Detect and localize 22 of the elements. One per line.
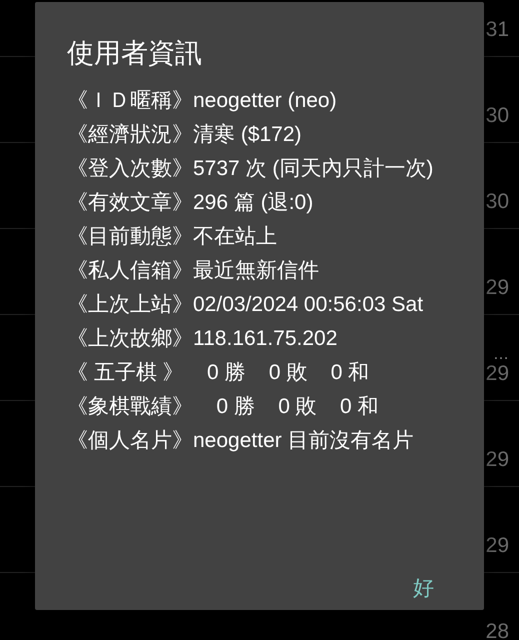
info-line: 《目前動態》不在站上	[67, 224, 278, 250]
info-line: 《私人信箱》最近無新信件	[67, 258, 320, 284]
row-time: 31	[486, 18, 509, 42]
row-time: 29	[486, 534, 509, 558]
info-line: 《個人名片》neogetter 目前沒有名片	[67, 428, 415, 454]
ellipsis: …	[493, 348, 509, 362]
row-time: 29	[486, 448, 509, 472]
ok-button[interactable]: 好	[409, 568, 438, 608]
row-time: 29	[486, 362, 509, 386]
info-line: 《象棋戰績》 0 勝 0 敗 0 和	[67, 394, 380, 420]
row-time: 30	[486, 190, 509, 214]
info-line: 《登入次數》5737 次 (同天內只計一次)	[67, 156, 434, 182]
info-line: 《ＩＤ暱稱》neogetter (neo)	[67, 88, 338, 114]
row-time: 28	[486, 620, 509, 640]
row-time: 29	[486, 276, 509, 300]
info-line: 《經濟狀況》清寒 ($172)	[67, 122, 303, 148]
info-line: 《 五子棋 》 0 勝 0 敗 0 和	[67, 360, 370, 386]
dialog-title: 使用者資訊	[67, 37, 203, 70]
info-line: 《有效文章》296 篇 (退:0)	[67, 190, 314, 216]
info-line: 《上次上站》02/03/2024 00:56:03 Sat	[67, 292, 424, 318]
info-line: 《上次故鄉》118.161.75.202	[67, 326, 338, 352]
row-time: 30	[486, 104, 509, 128]
